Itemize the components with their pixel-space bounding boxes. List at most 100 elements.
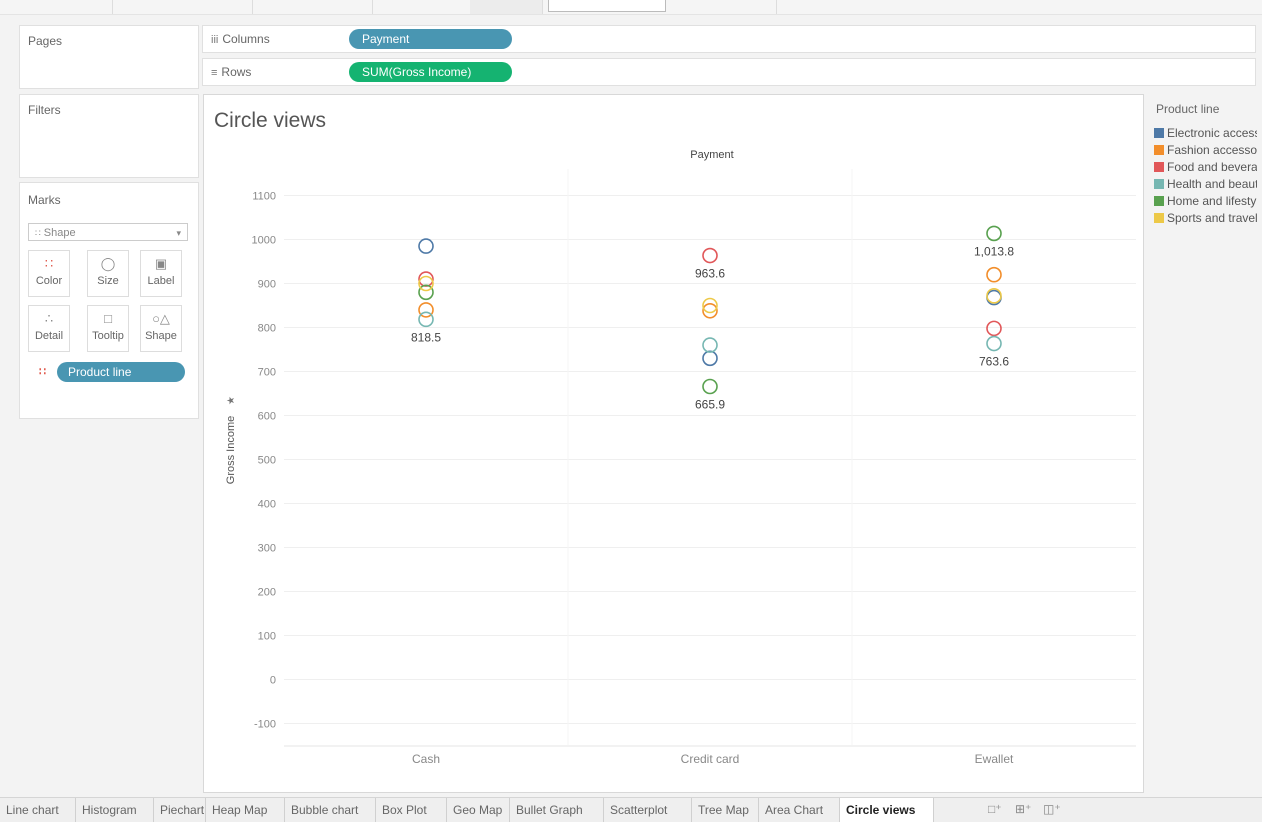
y-tick-label: 400 bbox=[258, 499, 276, 511]
sheet-tab[interactable]: Circle views bbox=[840, 798, 934, 822]
product-line-pill[interactable]: Product line bbox=[57, 362, 185, 382]
circle-mark bbox=[702, 350, 718, 367]
y-tick-label: 700 bbox=[258, 367, 276, 379]
chart-header: Payment bbox=[690, 149, 733, 161]
y-tick-label: 800 bbox=[258, 323, 276, 335]
chart[interactable]: Payment -100 0 100 200 300 400 500 600 700 800 900 1… bbox=[204, 95, 1143, 792]
toolbar-segment[interactable] bbox=[112, 0, 253, 14]
legend-item[interactable]: Sports and travel bbox=[1154, 211, 1257, 225]
circle-mark bbox=[986, 335, 1002, 352]
y-tick-label: 600 bbox=[258, 411, 276, 423]
detail-icon: ∴ bbox=[44, 311, 54, 326]
shape-button[interactable]: ○△ Shape bbox=[140, 305, 182, 352]
size-icon: ◯ bbox=[100, 256, 116, 271]
y-tick-label: 500 bbox=[258, 455, 276, 467]
pages-title: Pages bbox=[28, 34, 63, 48]
payment-pill[interactable]: Payment bbox=[349, 29, 512, 49]
legend-label: Electronic accessories bbox=[1167, 126, 1257, 140]
color-icon: ∷ bbox=[44, 256, 54, 271]
color-button[interactable]: ∷ Color bbox=[28, 250, 70, 297]
legend-item[interactable]: Fashion accessories bbox=[1154, 143, 1257, 157]
data-label: 1,013.8 bbox=[974, 244, 1014, 258]
toolbar bbox=[0, 0, 1262, 15]
legend-label: Food and beverages bbox=[1167, 160, 1257, 174]
sheet-tab[interactable]: Geo Map bbox=[447, 798, 510, 822]
new-sheet-icon[interactable]: □⁺ bbox=[988, 802, 1002, 816]
circle-mark bbox=[986, 266, 1002, 283]
new-story-icon[interactable]: ◫⁺ bbox=[1043, 802, 1061, 816]
y-tick-label: 200 bbox=[258, 587, 276, 599]
sheet-tab[interactable]: Box Plot bbox=[376, 798, 447, 822]
legend-label: Fashion accessories bbox=[1167, 143, 1257, 157]
legend-item[interactable]: Food and beverages bbox=[1154, 160, 1257, 174]
x-tick-label: Cash bbox=[412, 752, 440, 766]
pin-icon: ★ bbox=[226, 396, 237, 405]
legend-label: Home and lifestyle bbox=[1167, 194, 1257, 208]
color-encoding-icon: ∷ bbox=[39, 366, 46, 378]
x-tick-label: Ewallet bbox=[975, 752, 1014, 766]
legend-swatch bbox=[1154, 179, 1164, 189]
legend-swatch bbox=[1154, 145, 1164, 155]
toolbar-segment[interactable] bbox=[0, 0, 113, 14]
sheet-tab[interactable]: Heap Map bbox=[206, 798, 285, 822]
size-button[interactable]: ◯ Size bbox=[87, 250, 129, 297]
circle-mark bbox=[702, 337, 718, 353]
data-label: 818.5 bbox=[411, 330, 441, 344]
tooltip-icon: □ bbox=[104, 311, 112, 326]
label-icon: ▣ bbox=[154, 256, 168, 271]
legend-swatch bbox=[1154, 128, 1164, 138]
legend-label: Health and beauty bbox=[1167, 177, 1257, 191]
filters-title: Filters bbox=[28, 103, 61, 117]
columns-shelf[interactable]: iii Columns Payment bbox=[202, 25, 1256, 53]
legend-item[interactable]: Home and lifestyle bbox=[1154, 194, 1257, 208]
toolbar-segment[interactable] bbox=[252, 0, 373, 14]
rows-shelf[interactable]: ≡ Rows SUM(Gross Income) bbox=[202, 58, 1256, 86]
mark-type-icon: ∷ bbox=[35, 228, 41, 238]
circle-mark bbox=[702, 378, 718, 395]
sheet-tab[interactable]: Histogram bbox=[76, 798, 154, 822]
sheet-tab[interactable]: Piechart bbox=[154, 798, 206, 822]
tooltip-label: Tooltip bbox=[92, 330, 124, 342]
circle-mark bbox=[986, 320, 1002, 337]
toolbar-segment[interactable] bbox=[372, 0, 471, 14]
sheet-tab[interactable]: Scatterplot bbox=[604, 798, 692, 822]
columns-label-text: Columns bbox=[222, 32, 270, 46]
data-label: 763.6 bbox=[979, 355, 1009, 369]
data-label: 665.9 bbox=[695, 398, 725, 412]
toolbar-segment[interactable] bbox=[680, 0, 777, 14]
filters-panel[interactable]: Filters bbox=[19, 94, 199, 178]
color-label: Color bbox=[35, 275, 63, 287]
y-tick-label: 300 bbox=[258, 543, 276, 555]
legend-item[interactable]: Electronic accessories bbox=[1154, 126, 1257, 140]
toolbar-dropdown[interactable] bbox=[548, 0, 666, 12]
detail-button[interactable]: ∴ Detail bbox=[28, 305, 70, 352]
shape-label: Shape bbox=[145, 330, 177, 342]
legend[interactable]: Electronic accessories Fashion accessorie… bbox=[1149, 94, 1257, 254]
mark-type-dropdown[interactable]: ∷ Shape ▾ bbox=[28, 223, 188, 241]
gross-income-pill[interactable]: SUM(Gross Income) bbox=[349, 62, 512, 82]
circle-mark bbox=[418, 311, 434, 328]
sheet-tab[interactable]: Area Chart bbox=[759, 798, 840, 822]
pages-panel[interactable]: Pages bbox=[19, 25, 199, 89]
legend-swatch bbox=[1154, 213, 1164, 223]
rows-label-text: Rows bbox=[221, 65, 252, 79]
sheet-tab[interactable]: Tree Map bbox=[692, 798, 759, 822]
chevron-down-icon: ▾ bbox=[176, 228, 181, 238]
toolbar-segment[interactable] bbox=[470, 0, 543, 14]
sheet-tab[interactable]: Bubble chart bbox=[285, 798, 376, 822]
sheet-tab[interactable]: Bullet Graph bbox=[510, 798, 604, 822]
x-tick-label: Credit card bbox=[681, 752, 740, 766]
view-area[interactable]: Circle views Payment -100 0 100 200 300 400 500… bbox=[203, 94, 1144, 793]
y-tick-label: 1000 bbox=[252, 235, 276, 247]
tooltip-button[interactable]: □ Tooltip bbox=[87, 305, 129, 352]
legend-swatch bbox=[1154, 196, 1164, 206]
new-dashboard-icon[interactable]: ⊞⁺ bbox=[1015, 802, 1031, 816]
circle-mark bbox=[702, 247, 718, 264]
columns-shelf-label: iii Columns bbox=[211, 32, 270, 46]
mark-type-value: Shape bbox=[43, 227, 76, 239]
sheet-tab[interactable]: Line chart bbox=[0, 798, 76, 822]
size-label: Size bbox=[97, 275, 119, 287]
y-tick-label: 0 bbox=[270, 675, 276, 687]
legend-item[interactable]: Health and beauty bbox=[1154, 177, 1257, 191]
label-button[interactable]: ▣ Label bbox=[140, 250, 182, 297]
